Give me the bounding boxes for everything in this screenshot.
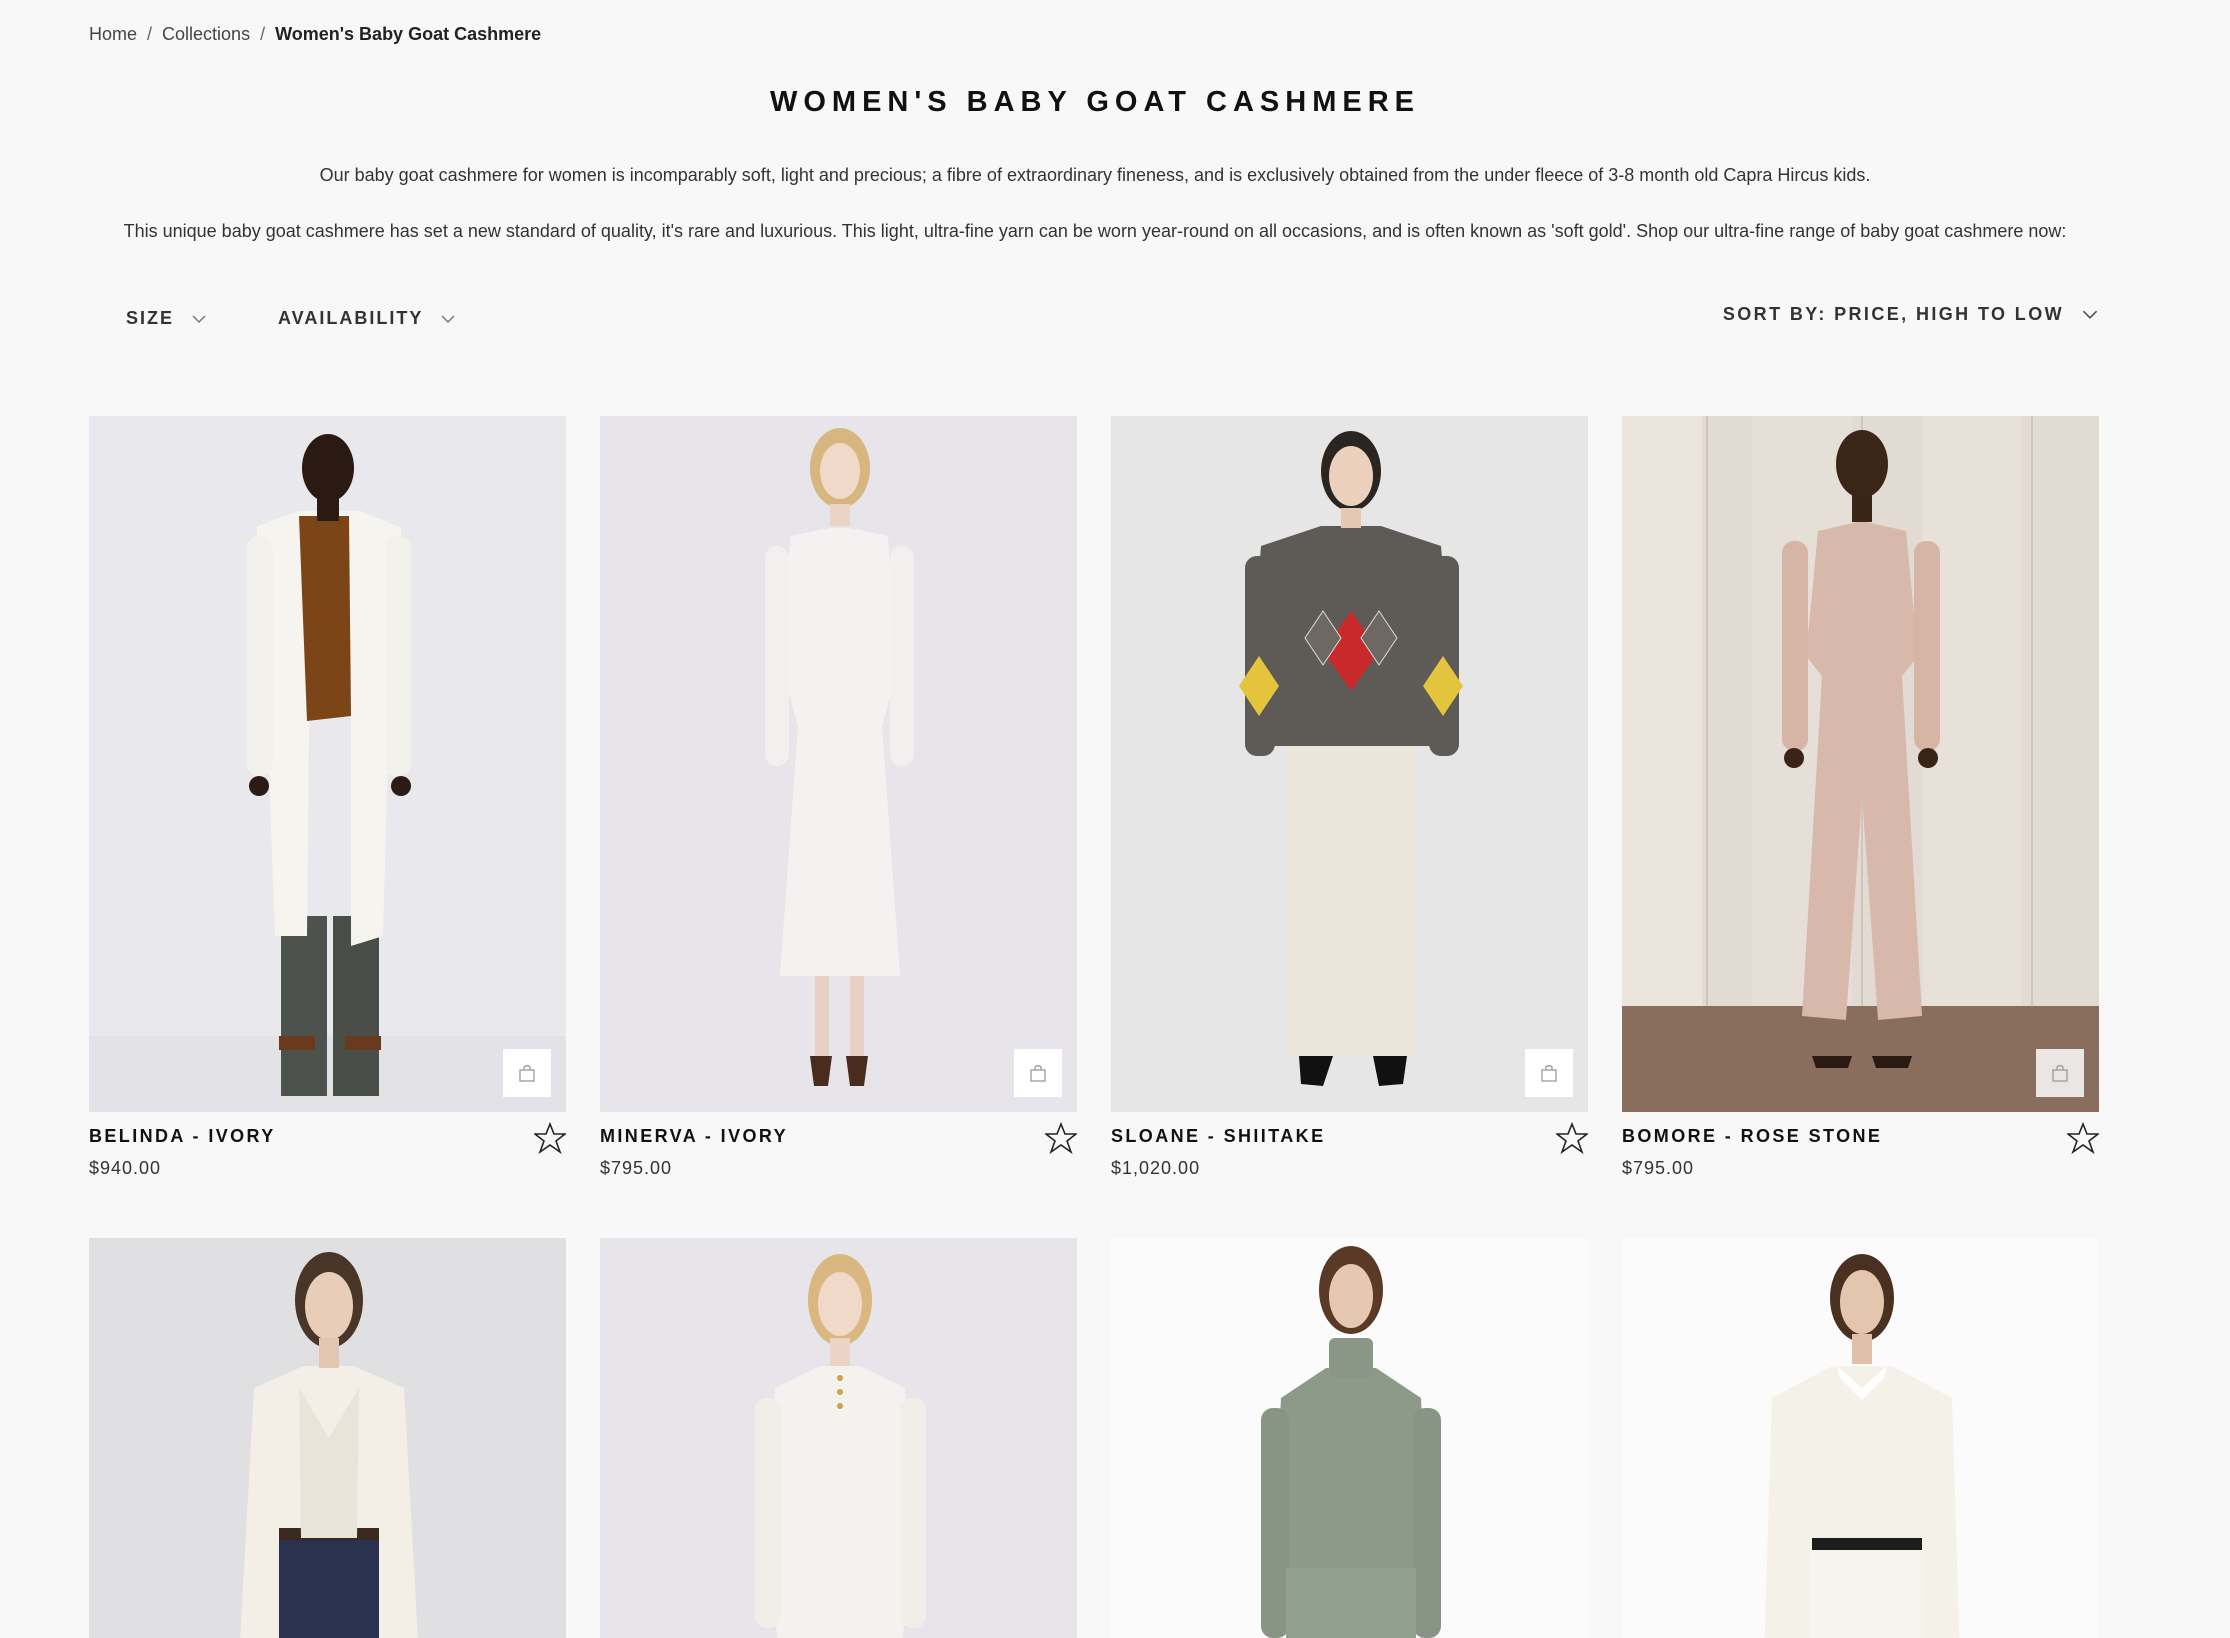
size-filter-button[interactable]: SIZE <box>126 308 206 329</box>
shopping-bag-icon <box>1030 1064 1046 1082</box>
chevron-down-icon <box>441 314 455 323</box>
product-photo <box>1111 1238 1588 1638</box>
product-image[interactable] <box>89 416 566 1112</box>
star-icon[interactable] <box>2067 1122 2099 1154</box>
product-grid: BELINDA - IVORY $940.00 MINERVA - IVORY … <box>89 416 2099 1638</box>
breadcrumb-separator: / <box>147 24 153 44</box>
product-image[interactable] <box>89 1238 566 1638</box>
product-card[interactable]: MINERVA - IVORY $795.00 <box>600 416 1077 1238</box>
product-photo <box>1622 1238 2099 1638</box>
product-price: $1,020.00 <box>1111 1158 1201 1178</box>
product-card[interactable] <box>89 1238 566 1638</box>
product-photo <box>89 416 566 1112</box>
product-image[interactable] <box>600 416 1077 1112</box>
page-title: WOMEN'S BABY GOAT CASHMERE <box>769 86 1420 118</box>
filter-bar: SIZE AVAILABILITY <box>126 308 455 329</box>
quick-add-button[interactable] <box>503 1049 551 1097</box>
star-icon[interactable] <box>1556 1122 1588 1154</box>
product-image[interactable] <box>1622 1238 2099 1638</box>
product-photo <box>600 1238 1077 1638</box>
product-info: BOMORE - ROSE STONE $795.00 <box>1622 1112 2099 1238</box>
product-image[interactable] <box>1622 416 2099 1112</box>
collection-description-2: This unique baby goat cashmere has set a… <box>123 221 2067 241</box>
product-photo <box>1622 416 2099 1112</box>
product-name[interactable]: BELINDA - IVORY <box>89 1126 276 1147</box>
shopping-bag-icon <box>1541 1064 1557 1082</box>
shopping-bag-icon <box>519 1064 535 1082</box>
size-filter-label: SIZE <box>126 308 175 328</box>
product-price: $795.00 <box>600 1158 673 1178</box>
shopping-bag-icon <box>2052 1064 2068 1082</box>
availability-filter-button[interactable]: AVAILABILITY <box>278 308 455 329</box>
star-icon[interactable] <box>534 1122 566 1154</box>
availability-filter-label: AVAILABILITY <box>278 308 424 328</box>
product-name[interactable]: MINERVA - IVORY <box>600 1126 788 1147</box>
quick-add-button[interactable] <box>2036 1049 2084 1097</box>
product-info: MINERVA - IVORY $795.00 <box>600 1112 1077 1238</box>
breadcrumb-collections-link[interactable]: Collections <box>162 24 250 45</box>
product-photo <box>89 1238 566 1638</box>
product-name[interactable]: SLOANE - SHIITAKE <box>1111 1126 1325 1147</box>
sort-dropdown[interactable]: SORT BY: PRICE, HIGH TO LOW <box>1723 304 2098 325</box>
chevron-down-icon <box>2082 310 2098 319</box>
breadcrumb-current: Women's Baby Goat Cashmere <box>275 24 542 44</box>
sort-label: SORT BY: PRICE, HIGH TO LOW <box>1722 304 2064 324</box>
breadcrumb-separator: / <box>260 24 266 44</box>
chevron-down-icon <box>192 314 206 323</box>
product-info: BELINDA - IVORY $940.00 <box>89 1112 566 1238</box>
breadcrumb: Home / Collections / Women's Baby Goat C… <box>89 24 541 45</box>
product-card[interactable]: BELINDA - IVORY $940.00 <box>89 416 566 1238</box>
product-price: $940.00 <box>89 1158 162 1178</box>
product-card[interactable] <box>600 1238 1077 1638</box>
product-card[interactable]: BOMORE - ROSE STONE $795.00 <box>1622 416 2099 1238</box>
product-image[interactable] <box>600 1238 1077 1638</box>
collection-description-1: Our baby goat cashmere for women is inco… <box>319 165 1871 185</box>
product-image[interactable] <box>1111 416 1588 1112</box>
product-name[interactable]: BOMORE - ROSE STONE <box>1622 1126 1882 1147</box>
product-card[interactable] <box>1111 1238 1588 1638</box>
product-image[interactable] <box>1111 1238 1588 1638</box>
product-info: SLOANE - SHIITAKE $1,020.00 <box>1111 1112 1588 1238</box>
product-card[interactable] <box>1622 1238 2099 1638</box>
product-photo <box>1111 416 1588 1112</box>
quick-add-button[interactable] <box>1014 1049 1062 1097</box>
breadcrumb-home-link[interactable]: Home <box>89 24 137 45</box>
product-price: $795.00 <box>1622 1158 1695 1178</box>
product-card[interactable]: SLOANE - SHIITAKE $1,020.00 <box>1111 416 1588 1238</box>
quick-add-button[interactable] <box>1525 1049 1573 1097</box>
product-photo <box>600 416 1077 1112</box>
star-icon[interactable] <box>1045 1122 1077 1154</box>
